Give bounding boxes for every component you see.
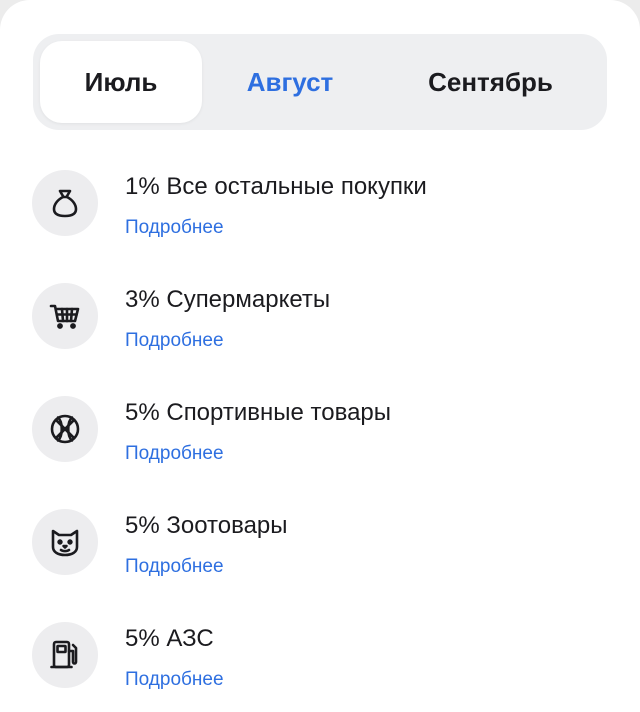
money-bag-icon [32, 170, 98, 236]
category-title: 3% Супермаркеты [125, 286, 331, 313]
tab-july[interactable]: Июль [40, 41, 202, 123]
details-link[interactable]: Подробнее [125, 556, 224, 578]
details-link[interactable]: Подробнее [125, 330, 224, 352]
details-link[interactable]: Подробнее [125, 443, 224, 465]
cashback-card: Июль Август Сентябрь 1% Все остальные по… [0, 0, 640, 712]
month-selector: Июль Август Сентябрь [33, 34, 607, 130]
list-item: 3% Супермаркеты Подробнее [0, 283, 640, 373]
list-item: 5% АЗС Подробнее [0, 622, 640, 712]
tab-september[interactable]: Сентябрь [383, 41, 598, 123]
tab-august[interactable]: Август [205, 41, 375, 123]
list-item: 1% Все остальные покупки Подробнее [0, 170, 640, 260]
category-title: 5% Спортивные товары [125, 399, 392, 426]
shopping-cart-icon [32, 283, 98, 349]
category-title: 5% Зоотовары [125, 512, 288, 539]
fuel-pump-icon [32, 622, 98, 688]
cat-face-icon [32, 509, 98, 575]
list-item: 5% Спортивные товары Подробнее [0, 396, 640, 486]
details-link[interactable]: Подробнее [125, 669, 224, 691]
category-title: 1% Все остальные покупки [125, 173, 427, 200]
details-link[interactable]: Подробнее [125, 217, 224, 239]
category-title: 5% АЗС [125, 625, 214, 652]
basketball-icon [32, 396, 98, 462]
list-item: 5% Зоотовары Подробнее [0, 509, 640, 599]
